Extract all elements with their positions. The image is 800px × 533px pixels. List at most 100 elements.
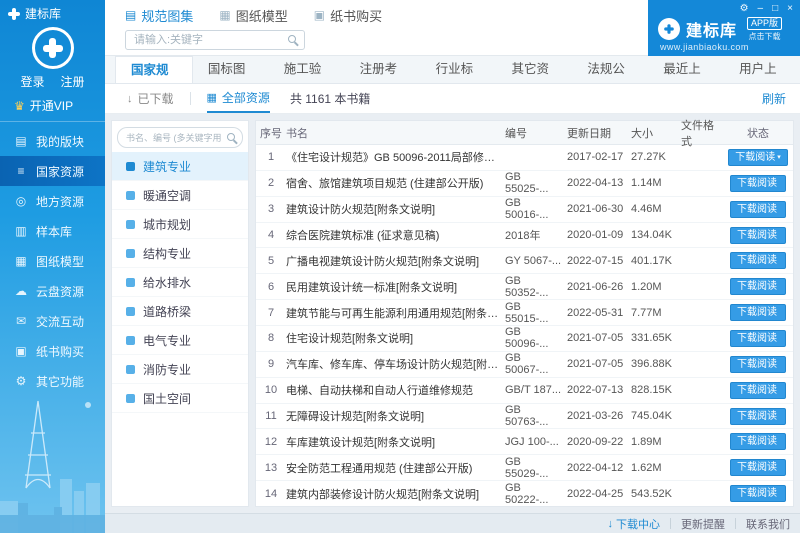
nav-tab[interactable]: 法规公告 [572, 56, 648, 103]
top-tab[interactable]: ▣ 纸书购买 [314, 6, 382, 25]
window-controls: ⚙ – □ × [648, 0, 800, 15]
category-bullet-icon [126, 364, 135, 374]
close-icon[interactable]: × [787, 3, 793, 15]
app-window: 建标库 登录 注册 ♛ 开通VIP ▤ 我的版块 ≡ 国家资源 ◎ 地方资源 ▥… [0, 0, 800, 533]
download-read-button[interactable]: 下载阅读 [730, 355, 786, 373]
table-row[interactable]: 10 电梯、自动扶梯和自动人行道维修规范 GB/T 187... 2022-07… [256, 378, 793, 404]
category-item[interactable]: 电气专业 [112, 326, 248, 355]
file-size: 396.88K [631, 358, 672, 371]
table-row[interactable]: 5 广播电视建筑设计防火规范[附条文说明] GY 5067-... 2022-0… [256, 248, 793, 275]
download-read-button[interactable]: 下载阅读 [730, 407, 786, 425]
update-reminder-link[interactable]: 更新提醒 [681, 516, 725, 532]
table-row[interactable]: 4 综合医院建筑标准 (征求意见稿) 2018年 2020-01-09 134.… [256, 223, 793, 249]
download-read-button[interactable]: 下载阅读 [730, 433, 786, 451]
table-row[interactable]: 6 民用建筑设计统一标准[附条文说明] GB 50352-... 2021-06… [256, 274, 793, 301]
sidebar-item[interactable]: ◎ 地方资源 [0, 186, 105, 216]
download-read-button[interactable]: 下载阅读 [730, 304, 786, 322]
cloud-resources-icon: ☁ [15, 284, 27, 298]
contact-us-link[interactable]: 联系我们 [746, 516, 790, 532]
download-read-button[interactable]: 下载阅读 [730, 200, 786, 218]
status-divider [735, 518, 736, 529]
refresh-button[interactable]: 刷新 [762, 90, 786, 107]
nav-tab[interactable]: 最近上传 [648, 56, 724, 103]
download-read-button[interactable]: 下载阅读 [730, 459, 786, 477]
downloaded-tab[interactable]: ↓ 已下载 [127, 84, 174, 113]
download-read-button[interactable]: 下载阅读 ▾ [728, 148, 788, 166]
table-row[interactable]: 9 汽车库、修车库、停车场设计防火规范[附条文说明] GB 50067-... … [256, 352, 793, 378]
table-row[interactable]: 14 建筑内部装修设计防火规范[附条文说明] GB 50222-... 2022… [256, 481, 793, 506]
book-search-input[interactable] [117, 127, 243, 148]
file-size: 1.14M [631, 177, 662, 190]
keyword-search-input[interactable] [125, 30, 305, 50]
maximize-icon[interactable]: □ [772, 3, 778, 15]
nav-tab[interactable]: 行业标准 [421, 56, 497, 103]
category-item[interactable]: 给水排水 [112, 268, 248, 297]
download-read-button[interactable]: 下载阅读 [730, 252, 786, 270]
brand-name: 建标库 [686, 22, 738, 40]
row-index: 5 [267, 254, 275, 267]
table-row[interactable]: 12 车库建筑设计规范[附条文说明] JGJ 100-... 2020-09-2… [256, 429, 793, 456]
category-label: 城市规划 [143, 217, 192, 232]
nav-tab[interactable]: 注册考试 [345, 56, 421, 103]
sidebar-item[interactable]: ▣ 纸书购买 [0, 336, 105, 366]
category-item[interactable]: 暖通空调 [112, 181, 248, 210]
top-tab-label: 图纸模型 [235, 8, 288, 24]
nav-tab[interactable]: 用户上传 [724, 56, 800, 103]
all-resources-tab[interactable]: ▦ 全部资源 [206, 84, 270, 113]
vip-button[interactable]: ♛ 开通VIP [0, 90, 105, 122]
update-date: 2021-03-26 [567, 410, 624, 423]
sidebar-item[interactable]: ✉ 交流互动 [0, 306, 105, 336]
table-row[interactable]: 7 建筑节能与可再生能源利用通用规范[附条文说明] GB 55015-... 2… [256, 300, 793, 327]
category-bullet-icon [126, 161, 135, 171]
category-item[interactable]: 道路桥梁 [112, 297, 248, 326]
sidebar-item[interactable]: ☁ 云盘资源 [0, 276, 105, 306]
download-center-link[interactable]: ↓ 下载中心 [608, 516, 661, 532]
login-link[interactable]: 登录 [20, 73, 44, 90]
app-download-badge[interactable]: APP版 点击下载 [747, 15, 783, 42]
category-label: 结构专业 [143, 246, 192, 261]
download-read-button[interactable]: 下载阅读 [730, 278, 786, 296]
nav-tab[interactable]: 其它资源 [496, 56, 572, 103]
minimize-icon[interactable]: – [758, 3, 764, 15]
table-row[interactable]: 1 《住宅设计规范》GB 50096-2011局部修订条文及说... 2017-… [256, 145, 793, 171]
table-row[interactable]: 8 住宅设计规范[附条文说明] GB 50096-... 2021-07-05 … [256, 326, 793, 352]
category-item[interactable]: 建筑专业 [112, 152, 248, 181]
status-cell: 下载阅读 [723, 355, 793, 373]
book-title: 安全防范工程通用规范 (住建部公开版) [286, 462, 473, 475]
sidebar-item[interactable]: ▥ 样本库 [0, 216, 105, 246]
table-row[interactable]: 3 建筑设计防火规范[附条文说明] GB 50016-... 2021-06-3… [256, 197, 793, 223]
settings-icon[interactable]: ⚙ [740, 3, 749, 15]
download-read-button[interactable]: 下载阅读 [730, 329, 786, 347]
sidebar-item-label: 样本库 [36, 224, 73, 239]
category-item[interactable]: 国土空间 [112, 384, 248, 413]
table-row[interactable]: 2 宿舍、旅馆建筑项目规范 (住建部公开版) GB 55025-... 2022… [256, 171, 793, 197]
nav-tab[interactable]: 国家规范 [115, 56, 193, 104]
book-code: GB 55029-... [505, 455, 549, 480]
top-tab[interactable]: ▤ 规范图集 [125, 6, 193, 25]
app-badge-label[interactable]: APP版 [747, 17, 783, 30]
category-item[interactable]: 城市规划 [112, 210, 248, 239]
category-item[interactable]: 结构专业 [112, 239, 248, 268]
dropdown-caret-icon: ▾ [777, 153, 781, 161]
row-index: 14 [264, 487, 278, 500]
sidebar-item[interactable]: ▦ 图纸模型 [0, 246, 105, 276]
nav-tab[interactable]: 国标图集 [193, 56, 269, 103]
book-title: 建筑节能与可再生能源利用通用规范[附条文说明] [286, 307, 505, 320]
sidebar-item[interactable]: ≡ 国家资源 [0, 156, 105, 186]
download-read-button[interactable]: 下载阅读 [730, 226, 786, 244]
file-size: 828.15K [631, 384, 672, 397]
sidebar-item[interactable]: ▤ 我的版块 [0, 126, 105, 156]
top-tab[interactable]: ▦ 图纸模型 [219, 6, 287, 25]
sidebar-item[interactable]: ⚙ 其它功能 [0, 366, 105, 396]
nav-tab[interactable]: 施工验收 [269, 56, 345, 103]
download-read-button[interactable]: 下载阅读 [730, 485, 786, 503]
download-read-label: 下载阅读 [737, 307, 777, 319]
download-read-button[interactable]: 下载阅读 [730, 174, 786, 192]
table-row[interactable]: 13 安全防范工程通用规范 (住建部公开版) GB 55029-... 2022… [256, 455, 793, 482]
download-read-button[interactable]: 下载阅读 [730, 381, 786, 399]
brand-row: 建标库 APP版 点击下载 [648, 15, 800, 42]
register-link[interactable]: 注册 [61, 73, 85, 90]
update-date: 2021-06-30 [567, 203, 624, 216]
category-item[interactable]: 消防专业 [112, 355, 248, 384]
table-row[interactable]: 11 无障碍设计规范[附条文说明] GB 50763-... 2021-03-2… [256, 404, 793, 430]
